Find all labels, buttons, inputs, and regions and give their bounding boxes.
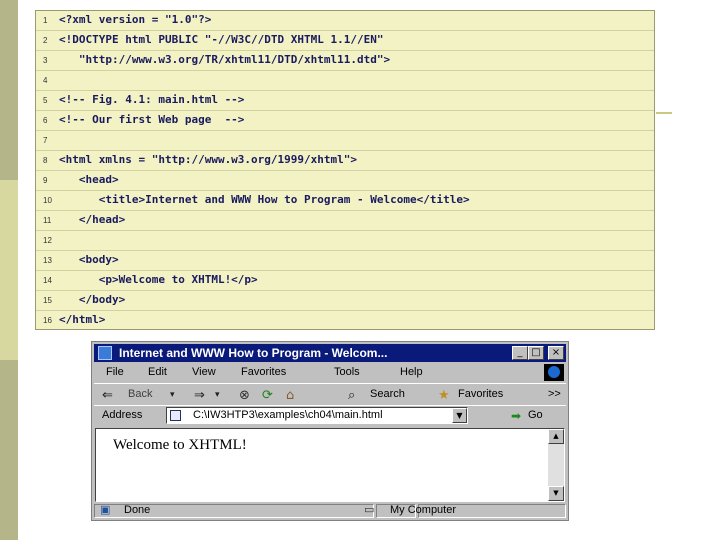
toolbar: ⇐ Back ▾ ⇒ ▾ ⊗ ⟳ ⌂ ⌕ Search ★ Favorites …	[94, 383, 566, 406]
code-line: 7	[36, 131, 654, 151]
code-text: <title>Internet and WWW How to Program -…	[59, 193, 470, 206]
status-done: Done	[124, 504, 151, 516]
line-number: 4	[43, 76, 48, 85]
line-number: 10	[43, 196, 52, 205]
line-number: 15	[43, 296, 52, 305]
computer-icon: ▭	[364, 503, 375, 516]
browser-window: Internet and WWW How to Program - Welcom…	[91, 341, 569, 521]
code-line: 13 <body>	[36, 251, 654, 271]
code-line: 15 </body>	[36, 291, 654, 311]
search-icon[interactable]: ⌕	[348, 388, 355, 403]
line-number: 5	[43, 96, 48, 105]
code-line: 2 <!DOCTYPE html PUBLIC "-//W3C//DTD XHTM…	[36, 31, 654, 51]
stop-icon[interactable]: ⊗	[239, 388, 250, 403]
menu-help[interactable]: Help	[400, 366, 423, 378]
code-line: 12	[36, 231, 654, 251]
title-bar[interactable]: Internet and WWW How to Program - Welcom…	[94, 344, 566, 362]
code-line: 10 <title>Internet and WWW How to Progra…	[36, 191, 654, 211]
code-text: </html>	[59, 313, 106, 326]
ie-window-icon[interactable]	[98, 346, 112, 360]
code-text: <!DOCTYPE html PUBLIC "-//W3C//DTD XHTML…	[59, 33, 384, 46]
go-button[interactable]: Go	[528, 409, 543, 421]
slide-accent-line	[656, 112, 672, 114]
page-icon	[170, 410, 181, 421]
maximize-button[interactable]: □	[528, 346, 544, 360]
ie-logo-icon	[544, 364, 564, 381]
line-number: 1	[43, 16, 48, 25]
line-number: 2	[43, 36, 48, 45]
code-line: 6 <!-- Our first Web page -->	[36, 111, 654, 131]
chevron-down-icon[interactable]: ▾	[170, 390, 175, 400]
line-number: 7	[43, 136, 48, 145]
code-text: <html xmlns = "http://www.w3.org/1999/xh…	[59, 153, 358, 166]
menu-edit[interactable]: Edit	[148, 366, 167, 378]
close-button[interactable]: ×	[548, 346, 564, 360]
window-title: Internet and WWW How to Program - Welcom…	[119, 346, 388, 360]
code-text: <!-- Our first Web page -->	[59, 113, 245, 126]
code-line: 1 <?xml version = "1.0"?>	[36, 11, 654, 31]
go-icon[interactable]: ➡	[511, 409, 521, 423]
code-text: <?xml version = "1.0"?>	[59, 13, 212, 26]
menu-favorites[interactable]: Favorites	[241, 366, 286, 378]
line-number: 8	[43, 156, 48, 165]
code-listing: 1 <?xml version = "1.0"?> 2 <!DOCTYPE html…	[35, 10, 655, 330]
vertical-scrollbar[interactable]: ▲ ▼	[548, 429, 564, 501]
sidebar-dark-segment	[0, 0, 18, 180]
favorites-button[interactable]: Favorites	[458, 388, 503, 400]
minimize-button[interactable]: _	[512, 346, 528, 360]
page-paragraph: Welcome to XHTML!	[113, 437, 247, 453]
menu-view[interactable]: View	[192, 366, 216, 378]
menu-file[interactable]: File	[106, 366, 124, 378]
code-line: 9 <head>	[36, 171, 654, 191]
address-bar: Address C:\IW3HTP3\examples\ch04\main.ht…	[94, 405, 566, 426]
line-number: 11	[43, 216, 52, 225]
code-text: </body>	[59, 293, 126, 306]
search-button[interactable]: Search	[370, 388, 405, 400]
back-icon[interactable]: ⇐	[102, 388, 113, 403]
line-number: 14	[43, 276, 52, 285]
home-icon[interactable]: ⌂	[286, 388, 294, 403]
line-number: 6	[43, 116, 48, 125]
favorites-icon[interactable]: ★	[438, 388, 450, 403]
line-number: 9	[43, 176, 48, 185]
code-text: "http://www.w3.org/TR/xhtml11/DTD/xhtml1…	[59, 53, 391, 66]
sidebar-dark-segment	[0, 360, 18, 540]
code-text: </head>	[59, 213, 126, 226]
code-text: <body>	[59, 253, 119, 266]
refresh-icon[interactable]: ⟳	[262, 388, 273, 403]
page-content-area: Welcome to XHTML! ▲ ▼	[95, 428, 565, 502]
code-line: 11 </head>	[36, 211, 654, 231]
code-line: 8 <html xmlns = "http://www.w3.org/1999/x…	[36, 151, 654, 171]
menu-bar: File Edit View Favorites Tools Help	[94, 363, 566, 382]
line-number: 3	[43, 56, 48, 65]
address-dropdown-button[interactable]: ▼	[452, 408, 467, 423]
scroll-up-button[interactable]: ▲	[548, 429, 564, 444]
line-number: 13	[43, 256, 52, 265]
chevron-down-icon[interactable]: ▾	[215, 390, 220, 400]
address-value: C:\IW3HTP3\examples\ch04\main.html	[193, 409, 383, 421]
status-bar: ▣ Done ▭ My Computer	[94, 503, 566, 519]
code-text: <!-- Fig. 4.1: main.html -->	[59, 93, 245, 106]
line-number: 16	[43, 316, 52, 325]
code-text: <p>Welcome to XHTML!</p>	[59, 273, 258, 286]
line-number: 12	[43, 236, 52, 245]
scroll-down-button[interactable]: ▼	[548, 486, 564, 501]
address-label: Address	[102, 409, 143, 421]
code-line: 14 <p>Welcome to XHTML!</p>	[36, 271, 654, 291]
slide-sidebar	[0, 0, 18, 540]
code-line: 3 "http://www.w3.org/TR/xhtml11/DTD/xhtm…	[36, 51, 654, 71]
menu-tools[interactable]: Tools	[334, 366, 360, 378]
code-line: 5 <!-- Fig. 4.1: main.html -->	[36, 91, 654, 111]
back-button[interactable]: Back	[128, 388, 152, 400]
status-zone: My Computer	[390, 504, 457, 516]
address-input[interactable]: C:\IW3HTP3\examples\ch04\main.html ▼	[166, 407, 468, 424]
done-page-icon: ▣	[100, 503, 111, 516]
code-line: 4	[36, 71, 654, 91]
code-line: 16 </html>	[36, 311, 654, 331]
more-buttons[interactable]: >>	[548, 388, 561, 400]
forward-icon[interactable]: ⇒	[194, 388, 205, 403]
code-text: <head>	[59, 173, 119, 186]
